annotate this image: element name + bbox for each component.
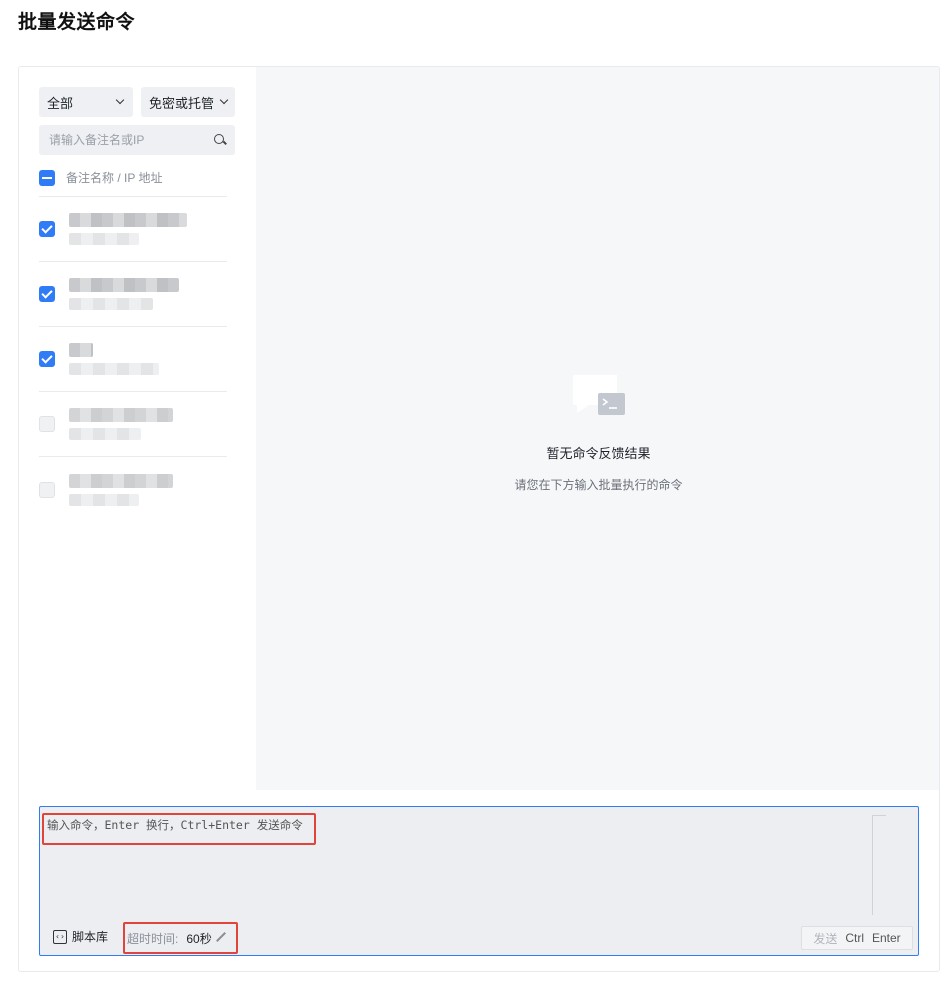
auth-type-dropdown[interactable]: 免密或托管 bbox=[141, 87, 235, 117]
auth-type-dropdown-value: 免密或托管 bbox=[149, 95, 215, 111]
batch-command-panel: 全部 免密或托管 备注名称 / IP 地址 bbox=[18, 66, 940, 972]
select-all-checkbox[interactable] bbox=[39, 169, 55, 186]
server-name-redacted bbox=[69, 343, 93, 357]
empty-state: 暂无命令反馈结果 请您在下方输入批量执行的命令 bbox=[256, 373, 939, 493]
script-icon: ‹› bbox=[53, 929, 67, 944]
server-info bbox=[69, 343, 159, 375]
server-list bbox=[39, 197, 227, 522]
shortcut-ctrl: Ctrl bbox=[845, 931, 864, 945]
script-library-button[interactable]: ‹› 脚本库 bbox=[53, 928, 108, 945]
server-ip-redacted bbox=[69, 428, 141, 440]
server-row[interactable] bbox=[39, 392, 227, 457]
server-row[interactable] bbox=[39, 197, 227, 262]
terminal-icon bbox=[572, 375, 625, 415]
server-name-redacted bbox=[69, 408, 173, 422]
server-name-redacted bbox=[69, 278, 179, 292]
send-button[interactable]: 发送 Ctrl Enter bbox=[801, 926, 913, 950]
timeout-setting[interactable]: 超时时间: 60秒 bbox=[123, 922, 238, 954]
timeout-label: 超时时间: bbox=[127, 931, 179, 946]
server-checkbox[interactable] bbox=[39, 221, 55, 237]
server-checkbox[interactable] bbox=[39, 351, 55, 367]
server-info bbox=[69, 278, 179, 310]
search-input[interactable] bbox=[49, 133, 213, 147]
empty-state-hint: 请您在下方输入批量执行的命令 bbox=[514, 478, 683, 492]
scope-dropdown-value: 全部 bbox=[47, 95, 74, 111]
command-scrollbar[interactable] bbox=[872, 815, 886, 915]
command-editor: ‹› 脚本库 超时时间: 60秒 发送 Ctrl Enter bbox=[39, 806, 919, 956]
server-checkbox[interactable] bbox=[39, 481, 55, 498]
server-checkbox[interactable] bbox=[39, 416, 55, 432]
search-icon[interactable] bbox=[213, 133, 227, 147]
script-library-label: 脚本库 bbox=[72, 930, 109, 944]
result-pane: 暂无命令反馈结果 请您在下方输入批量执行的命令 bbox=[256, 67, 939, 790]
page-title: 批量发送命令 bbox=[18, 12, 136, 33]
server-name-redacted bbox=[69, 213, 187, 227]
chevron-down-icon bbox=[115, 97, 125, 107]
server-checkbox[interactable] bbox=[39, 286, 55, 302]
server-row[interactable] bbox=[39, 262, 227, 327]
server-name-redacted bbox=[69, 473, 173, 488]
timeout-value: 60秒 bbox=[186, 931, 212, 946]
chevron-down-icon bbox=[219, 97, 229, 107]
scope-dropdown[interactable]: 全部 bbox=[39, 87, 133, 117]
shortcut-enter: Enter bbox=[872, 931, 901, 945]
command-input[interactable] bbox=[47, 817, 867, 917]
server-ip-redacted bbox=[69, 363, 159, 375]
empty-state-title: 暂无命令反馈结果 bbox=[546, 446, 651, 461]
server-info bbox=[69, 473, 173, 506]
server-row[interactable] bbox=[39, 327, 227, 392]
server-ip-redacted bbox=[69, 493, 139, 506]
pencil-icon[interactable] bbox=[215, 932, 227, 944]
server-ip-redacted bbox=[69, 233, 139, 245]
server-selector: 全部 免密或托管 备注名称 / IP 地址 bbox=[19, 67, 256, 790]
server-list-header-label: 备注名称 / IP 地址 bbox=[66, 171, 163, 185]
server-info bbox=[69, 213, 187, 245]
server-info bbox=[69, 408, 173, 440]
server-search bbox=[39, 125, 235, 155]
server-ip-redacted bbox=[69, 298, 153, 310]
server-list-header: 备注名称 / IP 地址 bbox=[39, 167, 227, 197]
send-label: 发送 bbox=[813, 931, 838, 946]
server-row[interactable] bbox=[39, 457, 227, 522]
